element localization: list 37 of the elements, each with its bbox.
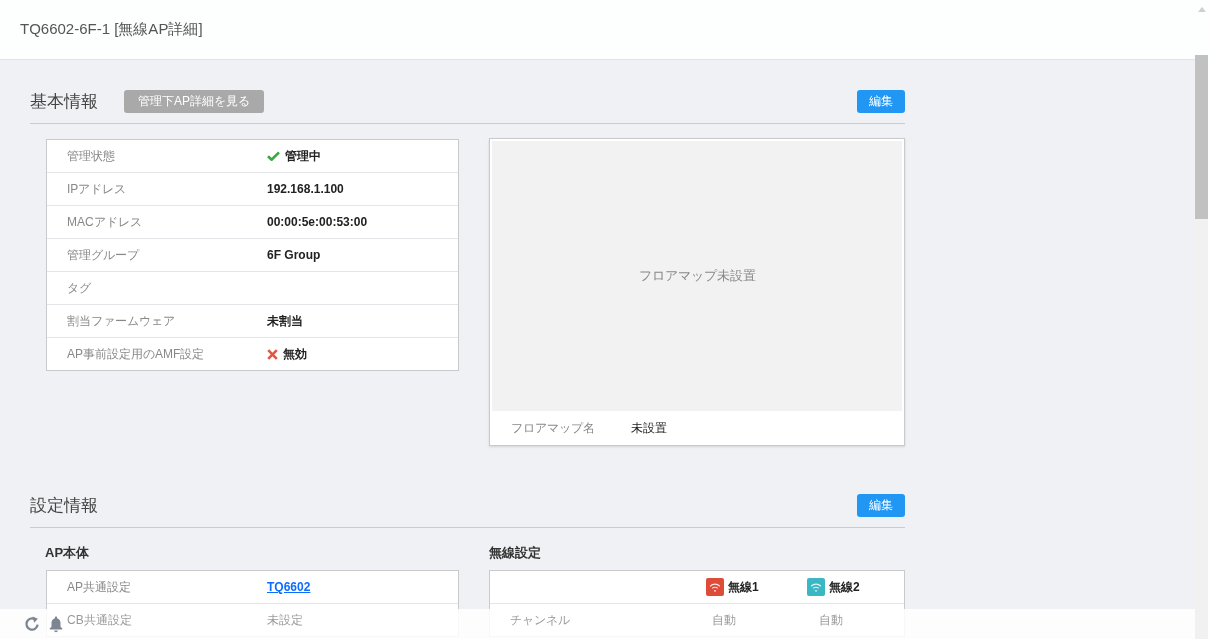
field-value: 自動 (712, 613, 736, 627)
refresh-icon[interactable] (24, 616, 40, 632)
column-header: 無線1 (728, 579, 759, 596)
field-label: 管理グループ (67, 248, 139, 262)
edit-button[interactable]: 編集 (857, 494, 905, 517)
scrollbar-thumb[interactable] (1195, 55, 1208, 219)
scroll-up-icon[interactable] (1198, 7, 1206, 12)
bell-icon[interactable] (48, 615, 64, 633)
field-value: 00:00:5e:00:53:00 (267, 214, 368, 231)
field-value: 192.168.1.100 (267, 181, 344, 198)
field-value: 無効 (283, 346, 307, 363)
field-value: 未設定 (267, 612, 303, 629)
details-button[interactable]: 管理下AP詳細を見る (124, 90, 264, 113)
field-label: タグ (67, 281, 91, 295)
field-value: 自動 (819, 613, 843, 627)
column-header: 無線2 (829, 579, 860, 596)
page-title: TQ6602-6F-1 [無線AP詳細] (20, 19, 203, 40)
subsection-heading: 無線設定 (489, 544, 542, 562)
field-label: チャンネル (510, 613, 570, 627)
field-value: 未割当 (267, 313, 303, 330)
edit-button[interactable]: 編集 (857, 90, 905, 113)
field-label: MACアドレス (67, 215, 142, 229)
field-value: 6F Group (267, 247, 321, 264)
field-label: フロアマップ名 (511, 420, 596, 437)
section-title: 基本情報 (30, 91, 98, 113)
field-label: AP共通設定 (67, 580, 131, 594)
field-label: CB共通設定 (67, 613, 132, 627)
field-label: AP事前設定用のAMF設定 (67, 347, 205, 361)
field-value: 管理中 (285, 148, 321, 165)
section-title: 設定情報 (30, 495, 98, 517)
field-value: 未設置 (631, 420, 667, 437)
field-label: IPアドレス (67, 182, 127, 196)
settings-link[interactable]: TQ6602 (267, 578, 311, 596)
field-label: 管理状態 (67, 149, 115, 163)
field-label: 割当ファームウェア (67, 314, 175, 328)
subsection-heading: AP本体 (45, 544, 91, 562)
placeholder-text: フロアマップ未設置 (638, 267, 756, 286)
